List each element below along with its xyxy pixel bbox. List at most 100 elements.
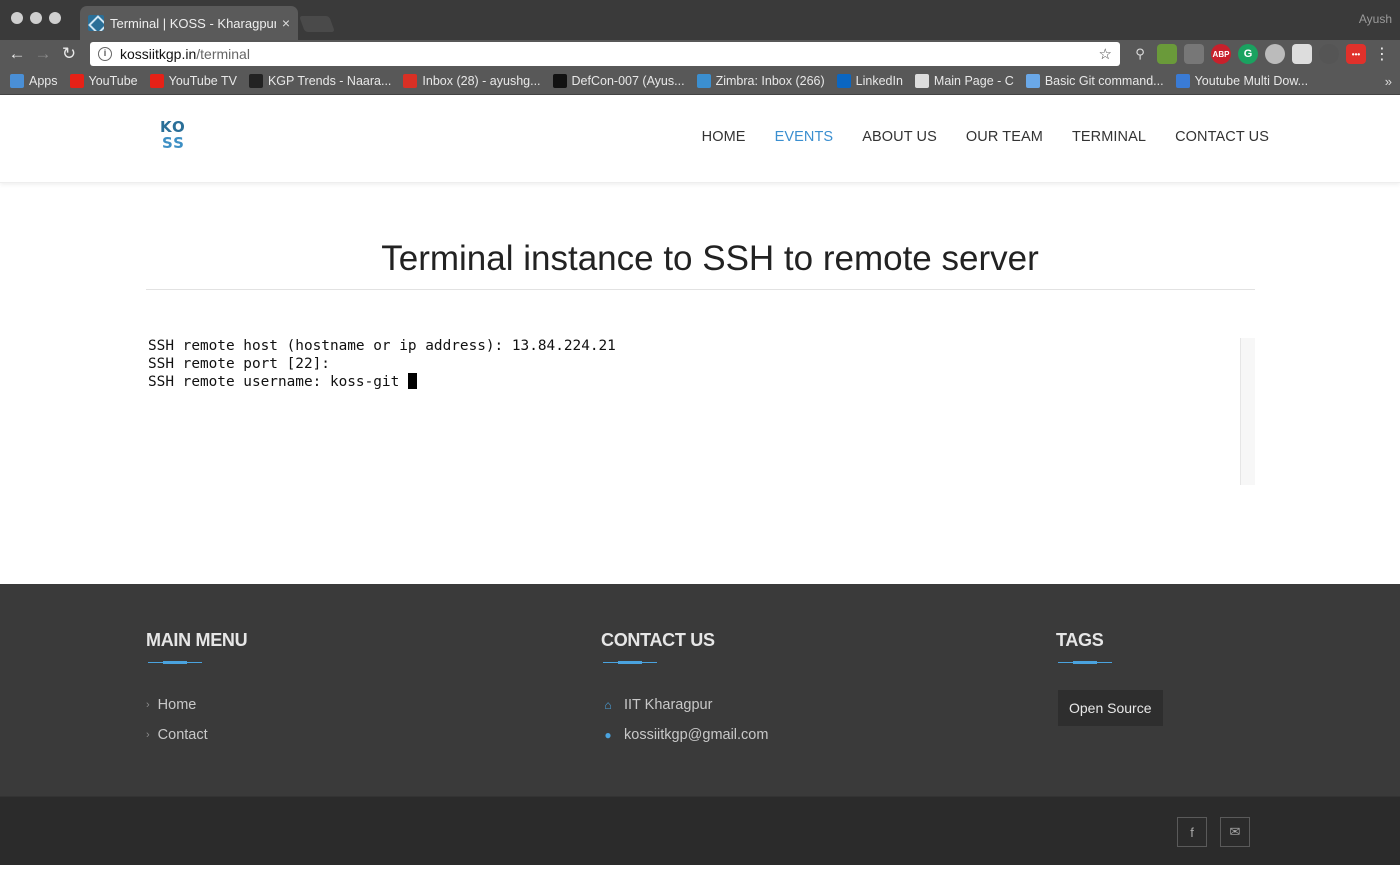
footer-tags-heading: TAGS [1056,630,1104,650]
browser-tab-active[interactable]: Terminal | KOSS - Kharagpur O × [80,6,298,40]
chevron-right-icon: › [146,729,150,741]
android-extension-icon[interactable] [1157,44,1177,64]
browser-chrome: Terminal | KOSS - Kharagpur O × Ayush ← … [0,0,1400,95]
bookmark-label: LinkedIn [855,74,903,88]
bookmark-label: Youtube Multi Dow... [1194,74,1309,88]
bookmark-label: Basic Git command... [1044,74,1164,88]
logo-text-bottom: SS [162,134,185,152]
bookmark-label: YouTube TV [168,74,237,88]
terminal-line-port: SSH remote port [22]: [148,355,330,372]
footer-contact-list: ⌂ IIT Kharagpur ● kossiitkgp@gmail.com [601,690,768,750]
contact-address-text: IIT Kharagpur [624,697,713,713]
bookmark-label: YouTube [88,74,138,88]
footer-main-menu: MAIN MENU › Home › Contact [146,630,248,750]
footer-main-menu-heading: MAIN MENU [146,630,248,650]
nav-link-contact-us[interactable]: CONTACT US [1175,129,1269,145]
tab-close-icon[interactable]: × [282,15,290,31]
reload-icon[interactable]: ↻ [56,44,82,64]
url-host: kossiitkgp.in [120,46,197,62]
notification-extension-icon[interactable] [1184,44,1204,64]
mail-extension-icon[interactable] [1292,44,1312,64]
terminal-scrollbar[interactable] [1240,338,1255,485]
minimize-window-button[interactable] [30,12,42,24]
koss-logo[interactable]: KO SS [160,119,194,155]
apps-grid-icon [10,74,24,88]
heading-underline [1056,661,1112,664]
email-icon[interactable]: ✉ [1220,817,1250,847]
footer-link-contact[interactable]: › Contact [146,720,247,750]
nav-link-about-us[interactable]: ABOUT US [862,129,937,145]
maximize-window-button[interactable] [49,12,61,24]
tab-strip: Terminal | KOSS - Kharagpur O × Ayush [0,0,1400,40]
heading-underline [146,661,202,664]
terminal-line-host: SSH remote host (hostname or ip address)… [148,338,616,354]
forward-arrow-icon[interactable]: → [30,44,56,64]
bookmark-item[interactable]: YouTube [69,74,138,88]
linkedin-icon [836,74,851,88]
dark-extension-icon[interactable] [1319,44,1339,64]
bookmark-item[interactable]: YouTube TV [149,74,237,88]
globe-extension-icon[interactable] [1265,44,1285,64]
address-bar[interactable]: i kossiitkgp.in /terminal ☆ [90,42,1120,66]
nav-link-events[interactable]: EVENTS [775,129,834,145]
bookmark-item[interactable]: DefCon-007 (Ayus... [552,74,685,88]
location-pin-icon[interactable]: ⚲ [1130,44,1150,64]
browser-toolbar: ← → ↻ i kossiitkgp.in /terminal ☆ ⚲ ABP … [0,40,1400,68]
bookmarks-bar: Apps YouTube YouTube TV KGP Trends - Naara.… [0,68,1400,95]
bookmark-item[interactable]: KGP Trends - Naara... [248,74,391,88]
tab-title: Terminal | KOSS - Kharagpur O [110,15,276,31]
contact-email[interactable]: ● kossiitkgp@gmail.com [601,720,768,750]
bookmark-star-icon[interactable]: ☆ [1099,45,1112,63]
new-tab-button[interactable] [299,16,335,32]
main-content: Terminal instance to SSH to remote serve… [0,183,1400,584]
bookmark-item[interactable]: Zimbra: Inbox (266) [696,74,825,88]
bookmark-item[interactable]: Inbox (28) - ayushg... [403,74,541,88]
tag-open-source[interactable]: Open Source [1058,690,1163,726]
logo-text-top: KO [160,118,186,136]
red-extension-icon[interactable]: ••• [1346,44,1366,64]
download-icon [1175,74,1190,88]
grammarly-icon[interactable]: G [1238,44,1258,64]
bookmark-item[interactable]: Main Page - C [914,74,1014,88]
terminal-window[interactable]: SSH remote host (hostname or ip address)… [146,338,1255,485]
bookmark-item[interactable]: LinkedIn [836,74,903,88]
footer-link-home[interactable]: › Home [146,690,247,720]
page-bottom-edge [0,865,1400,875]
zimbra-icon [696,74,711,88]
bookmark-item[interactable]: Basic Git command... [1025,74,1164,88]
footer-menu-list: › Home › Contact [146,690,247,750]
window-controls [11,12,61,24]
site-footer: MAIN MENU › Home › Contact CONTACT US ⌂ IIT… [0,584,1400,796]
bookmarks-overflow-icon[interactable]: » [1385,74,1392,89]
gmail-icon [403,74,418,88]
nav-link-terminal[interactable]: TERMINAL [1072,129,1146,145]
bookmark-label: Inbox (28) - ayushg... [422,74,541,88]
footer-link-label: Home [157,697,197,713]
footer-contact: CONTACT US ⌂ IIT Kharagpur ● kossiitkgp@gm… [601,630,768,750]
browser-menu-icon[interactable]: ⋮ [1374,44,1390,64]
footer-tags: TAGS Open Source [1056,630,1163,726]
facebook-icon[interactable]: f [1177,817,1207,847]
back-arrow-icon[interactable]: ← [4,44,30,64]
nav-link-home[interactable]: HOME [702,129,746,145]
globe-icon: ● [604,728,612,742]
url-path: /terminal [196,46,250,62]
profile-name[interactable]: Ayush [1359,12,1392,26]
bookmark-label: Zimbra: Inbox (266) [715,74,825,88]
adblock-icon[interactable]: ABP [1211,44,1231,64]
bookmark-item[interactable]: Youtube Multi Dow... [1175,74,1309,88]
site-header: KO SS HOME EVENTS ABOUT US OUR TEAM TERMINAL… [0,95,1400,183]
footer-bottom-bar: f ✉ [0,796,1400,865]
home-icon: ⌂ [604,698,612,712]
close-window-button[interactable] [11,12,23,24]
site-info-icon[interactable]: i [98,47,112,61]
bookmark-item[interactable]: Apps [10,74,58,88]
youtube-icon [149,74,164,88]
contact-address: ⌂ IIT Kharagpur [601,690,768,720]
title-divider [146,289,1255,290]
youtube-icon [69,74,84,88]
heading-underline [601,661,657,664]
page-title: Terminal instance to SSH to remote serve… [381,239,1039,278]
bookmark-label: DefCon-007 (Ayus... [571,74,685,88]
nav-link-our-team[interactable]: OUR TEAM [966,129,1043,145]
